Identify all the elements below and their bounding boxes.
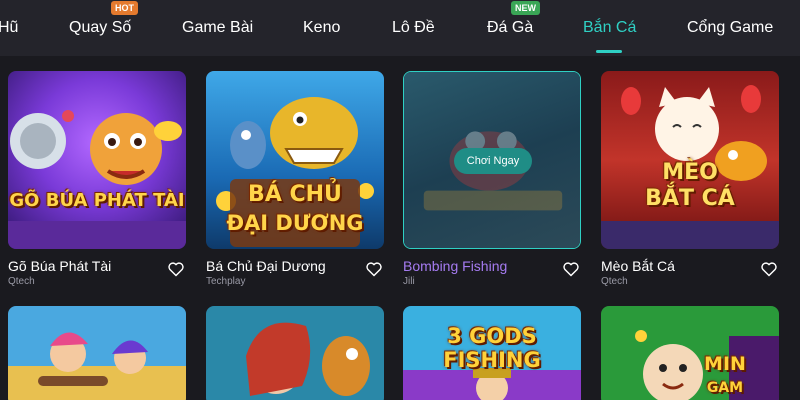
nav-item-cong-game[interactable]: Cổng Game bbox=[687, 19, 773, 37]
game-name[interactable]: Bombing Fishing bbox=[403, 258, 507, 274]
nav-item-lo-de[interactable]: Lô Đề bbox=[392, 19, 435, 37]
game-card[interactable]: MIN GAM bbox=[601, 306, 779, 400]
game-art-subtitle: GAM bbox=[706, 380, 744, 396]
game-art-title: 3 GODS FISHING bbox=[443, 324, 541, 372]
nav-item-da-ga[interactable]: Đá Gà bbox=[487, 19, 533, 37]
game-name[interactable]: Mèo Bắt Cá bbox=[601, 258, 675, 274]
game-provider: Techplay bbox=[206, 276, 246, 287]
new-badge: NEW bbox=[511, 1, 540, 15]
game-art bbox=[8, 306, 186, 400]
nav-item-quay-so[interactable]: Quay Số bbox=[69, 19, 131, 37]
heart-outline-icon[interactable] bbox=[365, 261, 383, 277]
game-name[interactable]: Gõ Búa Phát Tài bbox=[8, 258, 111, 274]
game-card-ba-chu-dai-duong[interactable]: BÁ CHỦ ĐẠI DƯƠNG bbox=[206, 71, 384, 249]
game-card-go-bua-phat-tai[interactable]: GÕ BÚA PHÁT TÀI bbox=[8, 71, 186, 249]
game-provider: Qtech bbox=[8, 276, 35, 287]
game-card[interactable] bbox=[8, 306, 186, 400]
game-art-subtitle: ĐẠI DƯƠNG bbox=[226, 211, 364, 235]
game-art bbox=[206, 306, 384, 400]
game-art-title: BÁ CHỦ bbox=[248, 182, 342, 207]
active-tab-indicator bbox=[596, 50, 622, 53]
play-now-button[interactable]: Chơi Ngay bbox=[454, 148, 532, 174]
game-card[interactable] bbox=[206, 306, 384, 400]
game-card-bombing-fishing[interactable]: Chơi Ngay bbox=[403, 71, 581, 249]
game-art bbox=[8, 71, 186, 249]
game-name[interactable]: Bá Chủ Đại Dương bbox=[206, 258, 326, 274]
game-art-subtitle: BẮT CÁ bbox=[645, 186, 735, 211]
nav-item-ban-ca[interactable]: Bắn Cá bbox=[583, 19, 636, 37]
heart-outline-icon[interactable] bbox=[562, 261, 580, 277]
nav-item-game-bai[interactable]: Game Bài bbox=[182, 19, 253, 37]
nav-item-hu[interactable]: Hũ bbox=[0, 19, 18, 37]
game-art-title: MÈO bbox=[662, 160, 718, 185]
game-art-title: GÕ BÚA PHÁT TÀI bbox=[9, 190, 185, 211]
heart-outline-icon[interactable] bbox=[760, 261, 778, 277]
game-provider: Jili bbox=[403, 276, 415, 287]
category-nav: Hũ Quay Số HOT Game Bài Keno Lô Đề Đá Gà… bbox=[0, 0, 800, 56]
nav-item-keno[interactable]: Keno bbox=[303, 19, 340, 37]
game-art-title: MIN bbox=[704, 353, 746, 375]
game-provider: Qtech bbox=[601, 276, 628, 287]
game-card-meo-bat-ca[interactable]: MÈO BẮT CÁ bbox=[601, 71, 779, 249]
game-card-3-gods-fishing[interactable]: 3 GODS FISHING bbox=[403, 306, 581, 400]
heart-outline-icon[interactable] bbox=[167, 261, 185, 277]
hot-badge: HOT bbox=[111, 1, 138, 15]
